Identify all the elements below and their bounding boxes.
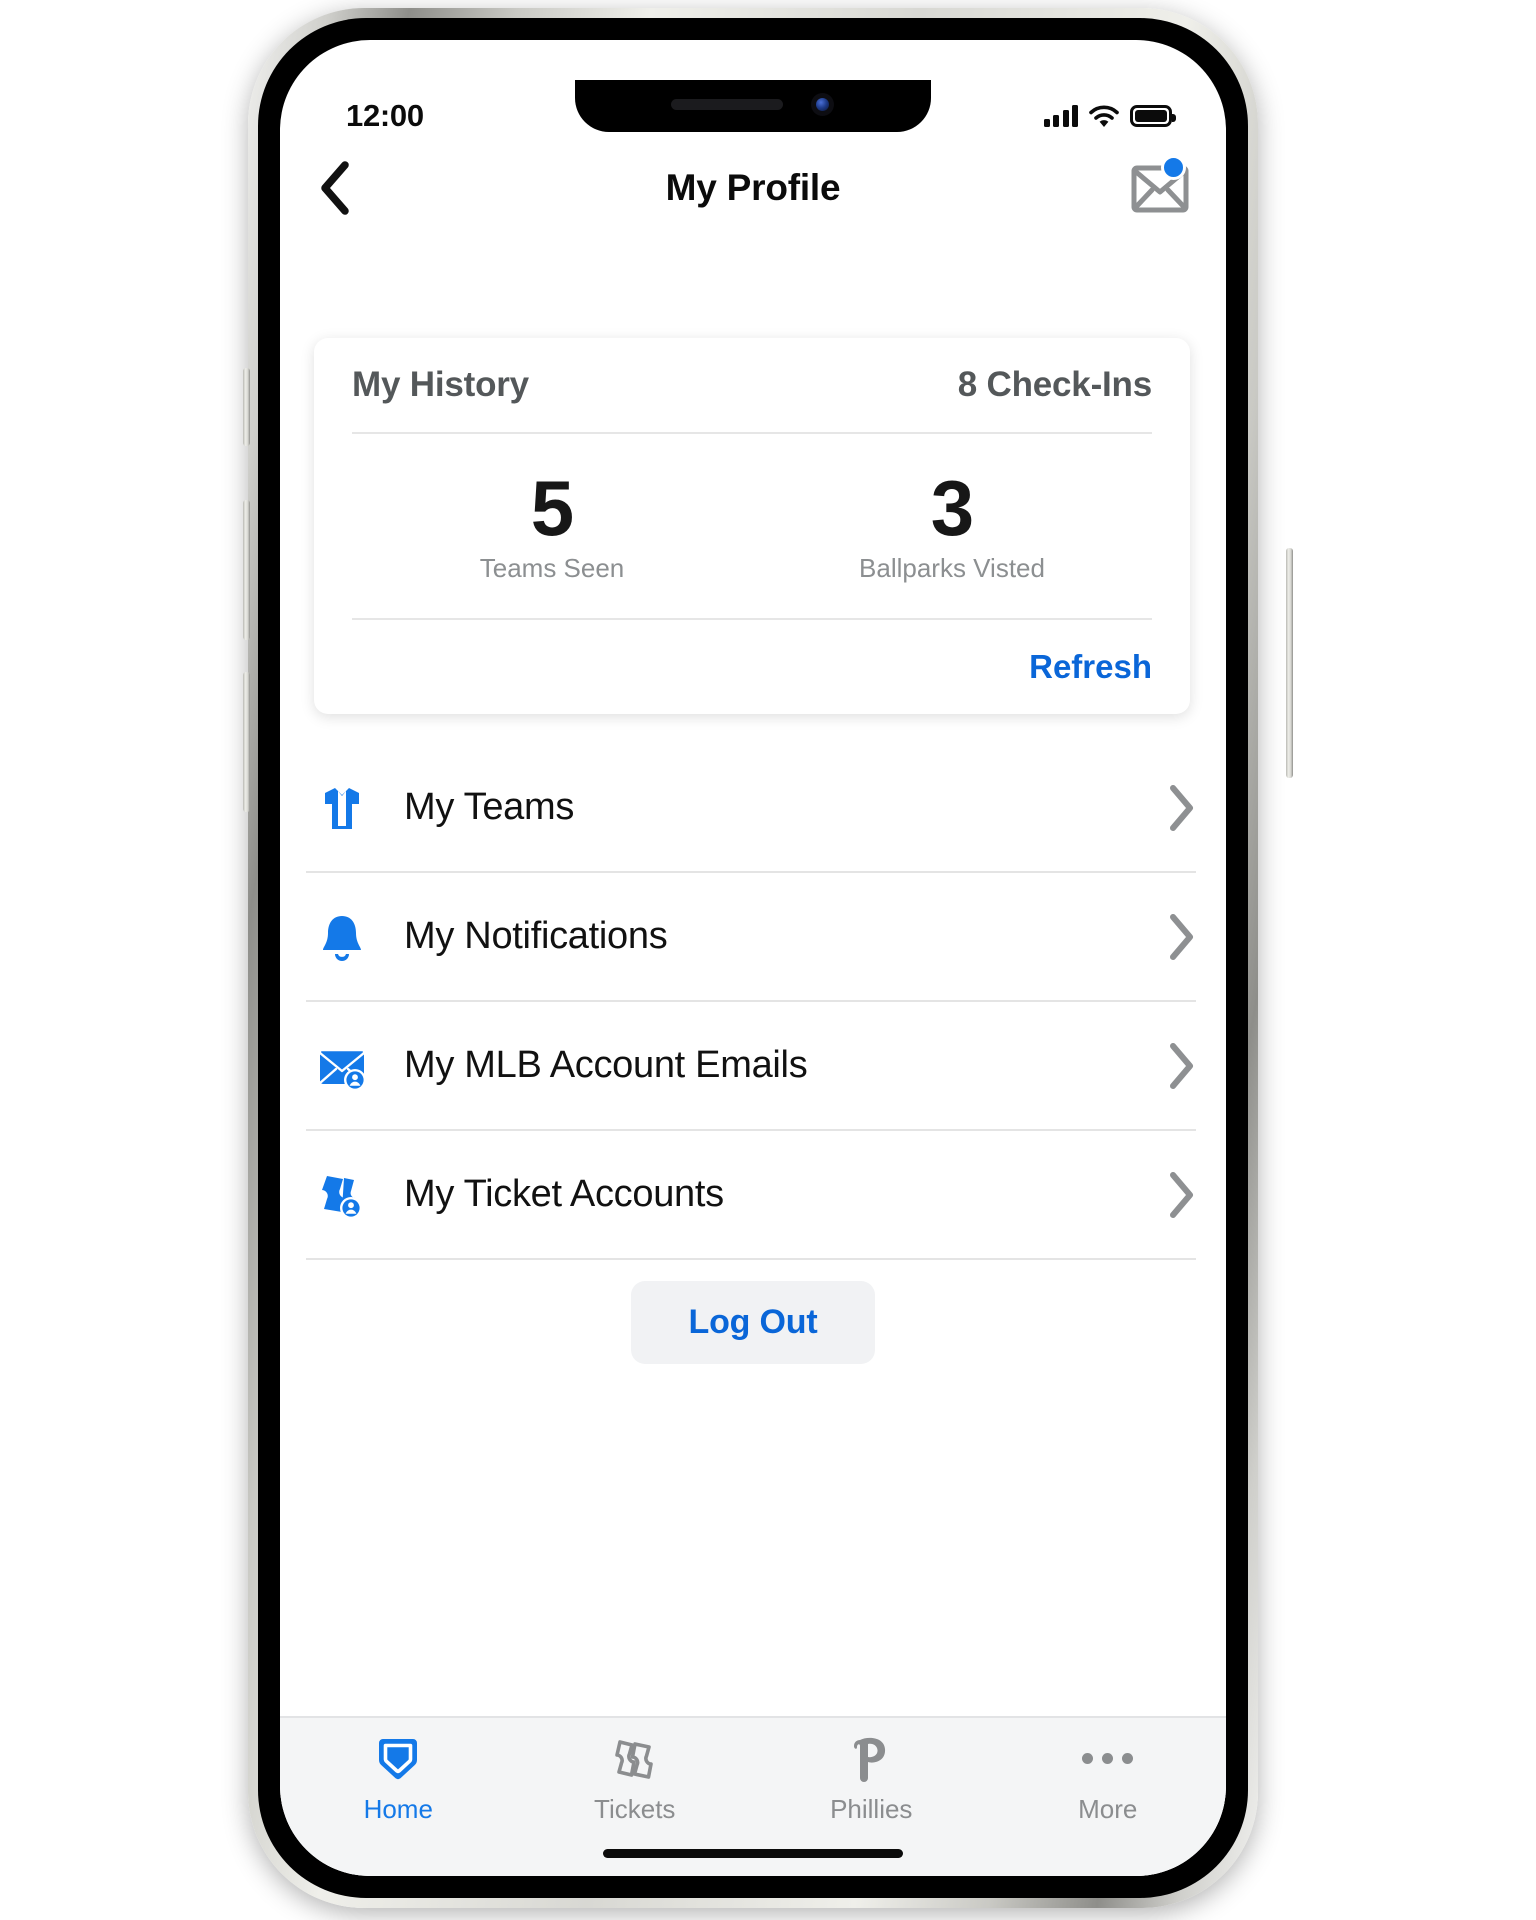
my-history-card-footer: Refresh [352,620,1152,714]
volume-up-button[interactable] [243,500,250,640]
menu-divider [306,1258,1196,1260]
battery-full-icon [1130,105,1176,127]
phillies-p-icon [846,1732,896,1786]
logout-button[interactable]: Log Out [630,1281,876,1364]
chevron-right-icon [1150,1042,1196,1090]
stat-teams-seen: 5 Teams Seen [352,434,752,618]
stat-value: 3 [930,463,974,552]
earpiece-speaker [671,99,783,110]
menu-item-my-notifications[interactable]: My Notifications [280,873,1226,1000]
stat-label: Ballparks Visted [859,552,1045,583]
menu-item-label: My MLB Account Emails [404,1044,808,1086]
inbox-button[interactable] [1124,153,1202,223]
menu-item-label: My Teams [404,786,575,828]
device-notch [575,80,931,132]
tab-label: More [1078,1793,1138,1824]
menu-item-label: My Notifications [404,915,668,957]
page-title: My Profile [665,167,841,208]
cellular-bars-icon [1043,105,1078,127]
logout-container: Log Out [280,1281,1226,1364]
refresh-button[interactable]: Refresh [1029,648,1152,686]
jersey-icon [306,780,378,836]
profile-menu-list: My Teams My Notifications My MLB Account… [280,744,1226,1260]
mute-switch[interactable] [243,368,250,446]
tab-tickets[interactable]: Tickets [517,1718,754,1838]
chevron-right-icon [1150,1171,1196,1219]
chevron-right-icon [1150,784,1196,832]
tab-home[interactable]: Home [280,1718,517,1838]
my-history-title: My History [352,365,529,404]
back-button[interactable] [300,153,370,223]
volume-down-button[interactable] [243,672,250,812]
home-plate-icon [373,1732,423,1786]
tab-label: Tickets [594,1793,676,1824]
screenshot-canvas: 12:00 My Profile My History 8 Check-Ins … [0,0,1536,1920]
envelope-account-icon [306,1038,378,1094]
menu-item-my-mlb-account-emails[interactable]: My MLB Account Emails [280,1002,1226,1129]
my-history-card: My History 8 Check-Ins 5 Teams Seen 3 Ba… [314,338,1190,714]
menu-item-my-ticket-accounts[interactable]: My Ticket Accounts [280,1131,1226,1258]
bell-icon [306,909,378,965]
stat-label: Teams Seen [479,552,625,583]
my-history-card-header: My History 8 Check-Ins [352,338,1152,434]
stat-value: 5 [530,463,574,552]
profile-content: My History 8 Check-Ins 5 Teams Seen 3 Ba… [280,234,1226,1876]
tab-more[interactable]: More [990,1718,1227,1838]
my-history-stats: 5 Teams Seen 3 Ballparks Visted [352,434,1152,620]
tab-label: Home [363,1793,433,1824]
chevron-left-icon [321,161,349,215]
home-indicator[interactable] [603,1849,903,1858]
status-clock: 12:00 [346,98,424,133]
menu-item-label: My Ticket Accounts [404,1173,724,1215]
status-indicators [1043,105,1176,128]
stat-ballparks-visited: 3 Ballparks Visted [752,434,1152,618]
ticket-account-icon [306,1167,378,1223]
front-camera-icon [811,93,834,116]
phone-screen: 12:00 My Profile My History 8 Check-Ins … [280,40,1226,1876]
chevron-right-icon [1150,913,1196,961]
tickets-icon [610,1732,660,1786]
power-button[interactable] [1286,548,1293,778]
tab-phillies[interactable]: Phillies [753,1718,990,1838]
tab-label: Phillies [830,1793,913,1824]
navigation-bar: My Profile [280,142,1226,234]
menu-item-my-teams[interactable]: My Teams [280,744,1226,871]
ellipsis-icon [1082,1732,1134,1786]
check-ins-count: 8 Check-Ins [957,365,1152,404]
wifi-icon [1089,105,1119,127]
unread-badge [1161,155,1186,180]
